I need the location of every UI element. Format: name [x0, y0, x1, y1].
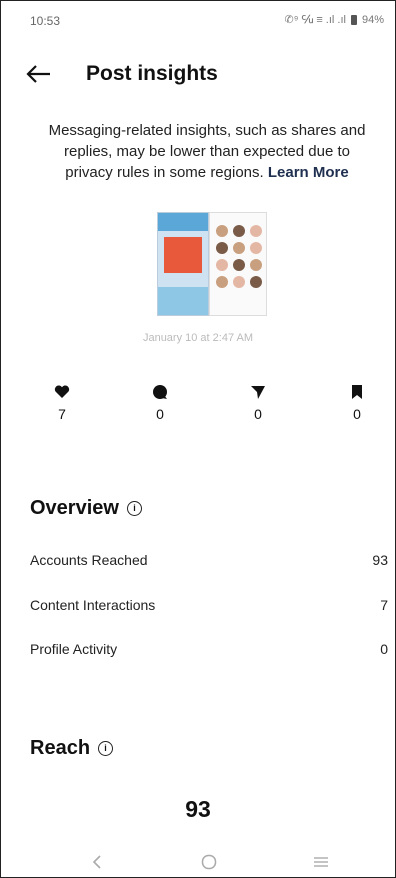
- comment-icon: [153, 385, 167, 399]
- likes-stat: 7: [42, 382, 82, 422]
- recents-nav-icon: [314, 857, 328, 867]
- overview-heading: Overview i: [30, 497, 142, 520]
- row-value: 93: [372, 552, 388, 568]
- row-label: Content Interactions: [30, 597, 156, 613]
- heart-icon: [54, 385, 70, 398]
- status-time: 10:53: [30, 14, 61, 28]
- battery-icon: [350, 14, 357, 25]
- post-image-left: [157, 212, 209, 316]
- app-header: Post insights: [0, 52, 396, 96]
- comments-count: 0: [156, 406, 164, 422]
- signal-icons: ✆⁹ ℆ ≡ .ıl .ıl: [284, 14, 346, 26]
- overview-title: Overview: [30, 497, 119, 519]
- shares-count: 0: [254, 406, 262, 422]
- recents-nav-button[interactable]: [306, 852, 336, 872]
- row-label: Profile Activity: [30, 641, 118, 657]
- comments-stat: 0: [140, 382, 180, 422]
- bookmark-icon: [352, 385, 362, 399]
- page-title: Post insights: [86, 62, 218, 85]
- shares-stat: 0: [238, 382, 278, 422]
- learn-more-link[interactable]: Learn More: [268, 164, 349, 181]
- post-preview[interactable]: [157, 212, 267, 316]
- back-nav-icon: [92, 855, 101, 869]
- row-value: 0: [380, 641, 388, 657]
- reach-value: 93: [185, 796, 211, 822]
- battery-level: 94%: [361, 13, 384, 26]
- reach-heading: Reach i: [30, 737, 114, 760]
- row-label: Accounts Reached: [30, 552, 148, 568]
- info-icon[interactable]: i: [126, 501, 142, 516]
- saves-count: 0: [353, 406, 361, 422]
- saves-stat: 0: [337, 382, 377, 422]
- accounts-reached-row[interactable]: Accounts Reached 93: [30, 552, 388, 568]
- back-nav-button[interactable]: [82, 852, 112, 872]
- status-indicators: ✆⁹ ℆ ≡ .ıl .ıl 94%: [284, 13, 384, 27]
- content-interactions-row[interactable]: Content Interactions 7: [30, 597, 388, 613]
- likes-count: 7: [58, 406, 66, 422]
- post-image-right: [209, 212, 267, 316]
- status-bar: 10:53 ✆⁹ ℆ ≡ .ıl .ıl 94%: [0, 0, 396, 40]
- home-nav-icon: [201, 854, 217, 870]
- profile-activity-row[interactable]: Profile Activity 0: [30, 641, 388, 657]
- privacy-notice: Messaging-related insights, such as shar…: [42, 120, 372, 183]
- engagement-stats: 7 0 0 0: [0, 382, 396, 432]
- home-nav-button[interactable]: [194, 852, 224, 872]
- info-icon[interactable]: i: [98, 741, 114, 756]
- share-icon: [251, 386, 265, 399]
- arrow-left-icon: [26, 65, 50, 83]
- reach-title: Reach: [30, 737, 91, 759]
- post-date: January 10 at 2:47 AM: [142, 332, 254, 344]
- row-value: 7: [380, 597, 388, 613]
- system-nav-bar: [0, 848, 396, 878]
- back-button[interactable]: [24, 60, 54, 88]
